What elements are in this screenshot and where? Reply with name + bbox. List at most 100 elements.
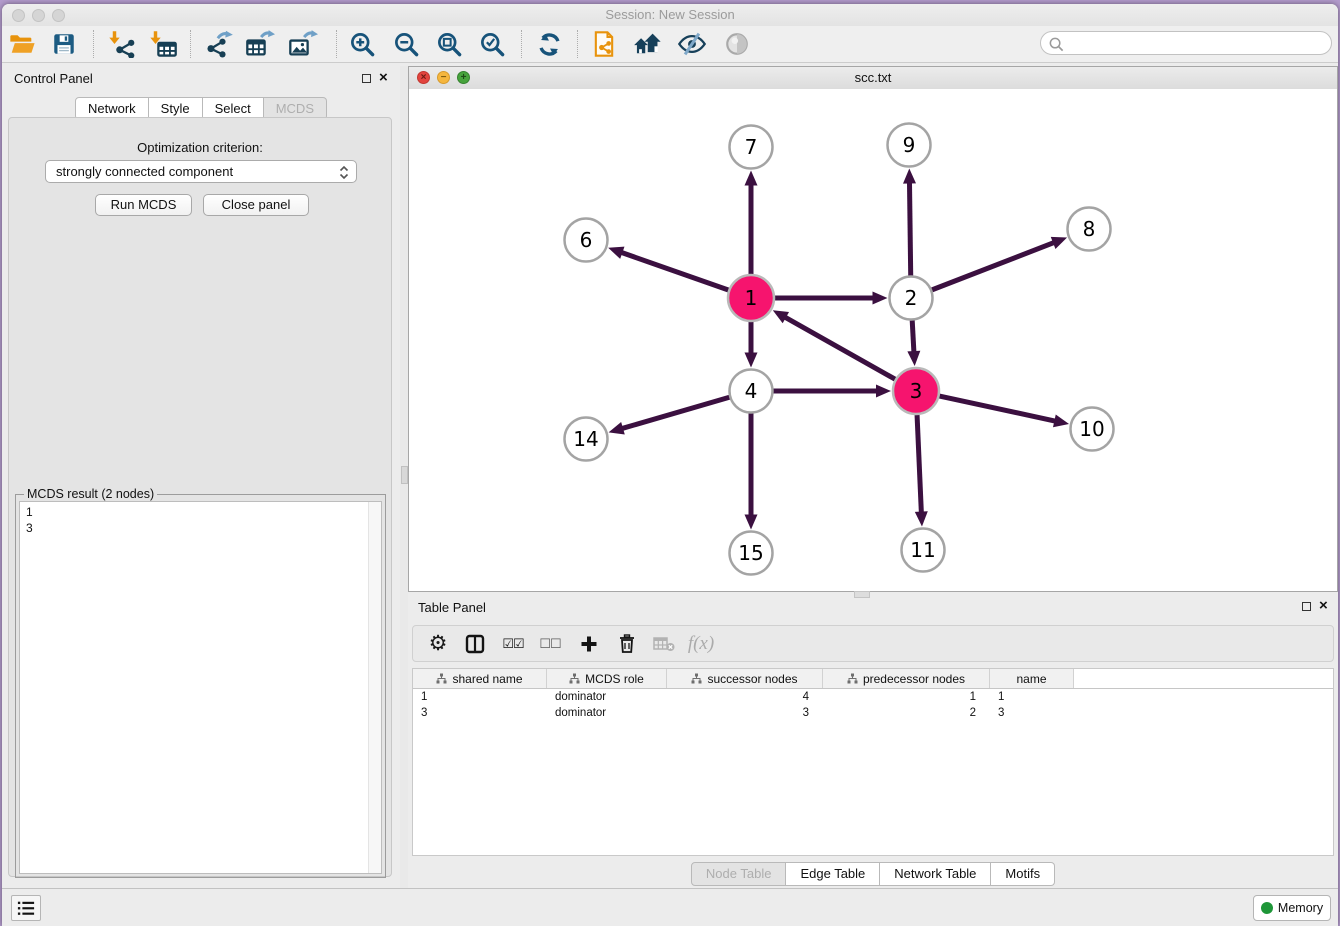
column-header-shared-name[interactable]: shared name <box>413 669 547 688</box>
table-cell[interactable]: 4 <box>667 691 823 703</box>
graph-edge-3-11[interactable] <box>917 415 921 515</box>
table-cell[interactable]: 1 <box>823 691 990 703</box>
control-panel-float-icon[interactable] <box>362 74 371 83</box>
graph-edge-arrowhead <box>609 422 625 434</box>
mcds-result-fieldset: MCDS result (2 nodes) 1 3 <box>15 494 386 878</box>
column-header-label: name <box>1016 672 1046 686</box>
toggle-graphics-details-icon[interactable] <box>675 28 709 60</box>
network-view-titlebar[interactable]: × − + scc.txt <box>409 67 1337 90</box>
toolbar-separator <box>93 30 94 58</box>
export-network-icon[interactable] <box>202 28 236 60</box>
table-settings-icon[interactable]: ⚙ <box>422 628 454 659</box>
tab-motifs[interactable]: Motifs <box>991 862 1055 886</box>
graph-node-label: 4 <box>745 379 758 403</box>
save-session-icon[interactable] <box>47 28 81 60</box>
graph-edge-arrowhead <box>876 385 891 398</box>
close-panel-button[interactable]: Close panel <box>203 194 309 216</box>
memory-button[interactable]: Memory <box>1253 895 1331 921</box>
table-cell[interactable]: 2 <box>823 707 990 719</box>
app-title: Session: New Session <box>2 4 1338 26</box>
table-header-row: shared name MCDS role successor nodes prede… <box>413 669 1333 689</box>
table-cell[interactable]: 3 <box>990 707 1074 719</box>
panel-menu-button[interactable] <box>11 895 41 921</box>
refresh-view-icon[interactable] <box>532 28 566 60</box>
delete-selected-icon[interactable] <box>611 628 643 659</box>
table-body: 1dominator4113dominator323 <box>413 689 1333 721</box>
control-panel-close-icon[interactable]: × <box>379 68 388 88</box>
run-mcds-button[interactable]: Run MCDS <box>95 194 192 216</box>
export-table-icon[interactable] <box>243 28 277 60</box>
tab-edge-table[interactable]: Edge Table <box>786 862 880 886</box>
table-panel-close-icon[interactable]: × <box>1319 596 1328 616</box>
table-panel-header: Table Panel × <box>408 596 1338 620</box>
zoom-fit-icon[interactable] <box>432 28 466 60</box>
unselect-all-icon[interactable]: ☐☐ <box>534 628 566 659</box>
zoom-out-icon[interactable] <box>389 28 423 60</box>
graph-node-label: 1 <box>745 286 758 310</box>
table-cell[interactable]: 3 <box>413 707 547 719</box>
column-header-successor-nodes[interactable]: successor nodes <box>667 669 823 688</box>
column-header-label: shared name <box>452 672 522 686</box>
graph-node-label: 3 <box>910 379 923 403</box>
result-scrollbar[interactable] <box>368 502 381 873</box>
graph-edge-3-10[interactable] <box>939 396 1057 421</box>
graph-edge-arrowhead <box>745 515 758 530</box>
control-panel-title: Control Panel <box>14 71 93 86</box>
node-table[interactable]: shared name MCDS role successor nodes prede… <box>412 668 1334 856</box>
vertical-splitter[interactable] <box>400 66 408 888</box>
import-table-file-icon[interactable] <box>146 28 180 60</box>
open-file-icon[interactable] <box>5 28 39 60</box>
select-all-icon[interactable]: ☑☑ <box>497 628 529 659</box>
column-header-MCDS-role[interactable]: MCDS role <box>547 669 667 688</box>
table-cell[interactable]: dominator <box>547 707 667 719</box>
graph-edge-2-3[interactable] <box>912 320 914 354</box>
hide-details-icon[interactable] <box>720 28 754 60</box>
optimization-criterion-label: Optimization criterion: <box>9 140 391 155</box>
graph-edge-arrowhead <box>745 353 758 368</box>
graph-edge-3-1[interactable] <box>783 316 895 379</box>
export-image-icon[interactable] <box>286 28 320 60</box>
graph-node-label: 7 <box>745 135 758 159</box>
column-header-name[interactable]: name <box>990 669 1074 688</box>
clone-network-icon[interactable] <box>587 28 621 60</box>
table-cell[interactable]: dominator <box>547 691 667 703</box>
table-row[interactable]: 3dominator323 <box>413 705 1333 721</box>
toolbar-separator <box>190 30 191 58</box>
application-window: Session: New Session <box>2 4 1338 926</box>
tab-network-table[interactable]: Network Table <box>880 862 991 886</box>
graph-node-label: 11 <box>910 538 935 562</box>
memory-button-label: Memory <box>1278 901 1323 915</box>
table-cell[interactable]: 3 <box>667 707 823 719</box>
table-row[interactable]: 1dominator411 <box>413 689 1333 705</box>
optimization-criterion-select[interactable]: strongly connected component <box>45 160 357 183</box>
zoom-in-icon[interactable] <box>345 28 379 60</box>
table-cell[interactable]: 1 <box>413 691 547 703</box>
network-view-title: scc.txt <box>409 67 1337 89</box>
network-canvas[interactable]: 7968124314101511 <box>409 89 1337 591</box>
graph-edge-2-9[interactable] <box>909 180 910 275</box>
status-bar: Memory <box>2 888 1338 926</box>
table-cell[interactable]: 1 <box>990 691 1074 703</box>
column-header-predecessor-nodes[interactable]: predecessor nodes <box>823 669 990 688</box>
tab-node-table[interactable]: Node Table <box>691 862 787 886</box>
splitter-grip[interactable] <box>401 466 408 484</box>
graph-edge-1-6[interactable] <box>619 252 728 290</box>
mcds-result-textarea[interactable]: 1 3 <box>19 501 382 874</box>
table-panel-float-icon[interactable] <box>1302 602 1311 611</box>
add-column-icon[interactable] <box>573 628 605 659</box>
attribute-icon <box>569 673 580 684</box>
first-neighbors-icon[interactable] <box>631 28 665 60</box>
graph-edge-2-8[interactable] <box>932 242 1056 290</box>
split-view-icon[interactable] <box>459 628 491 659</box>
graph-edge-arrowhead <box>915 511 928 526</box>
graph-edge-arrowhead <box>1051 237 1067 249</box>
graph-edge-arrowhead <box>873 292 888 305</box>
zoom-selected-icon[interactable] <box>475 28 509 60</box>
function-builder-icon: f(x) <box>685 628 717 659</box>
search-input[interactable] <box>1040 31 1332 55</box>
mcds-result-text: 1 3 <box>26 504 33 536</box>
column-header-label: successor nodes <box>707 672 797 686</box>
import-network-file-icon[interactable] <box>105 28 139 60</box>
graph-edge-4-14[interactable] <box>620 397 729 429</box>
network-graph[interactable]: 7968124314101511 <box>409 89 1337 591</box>
